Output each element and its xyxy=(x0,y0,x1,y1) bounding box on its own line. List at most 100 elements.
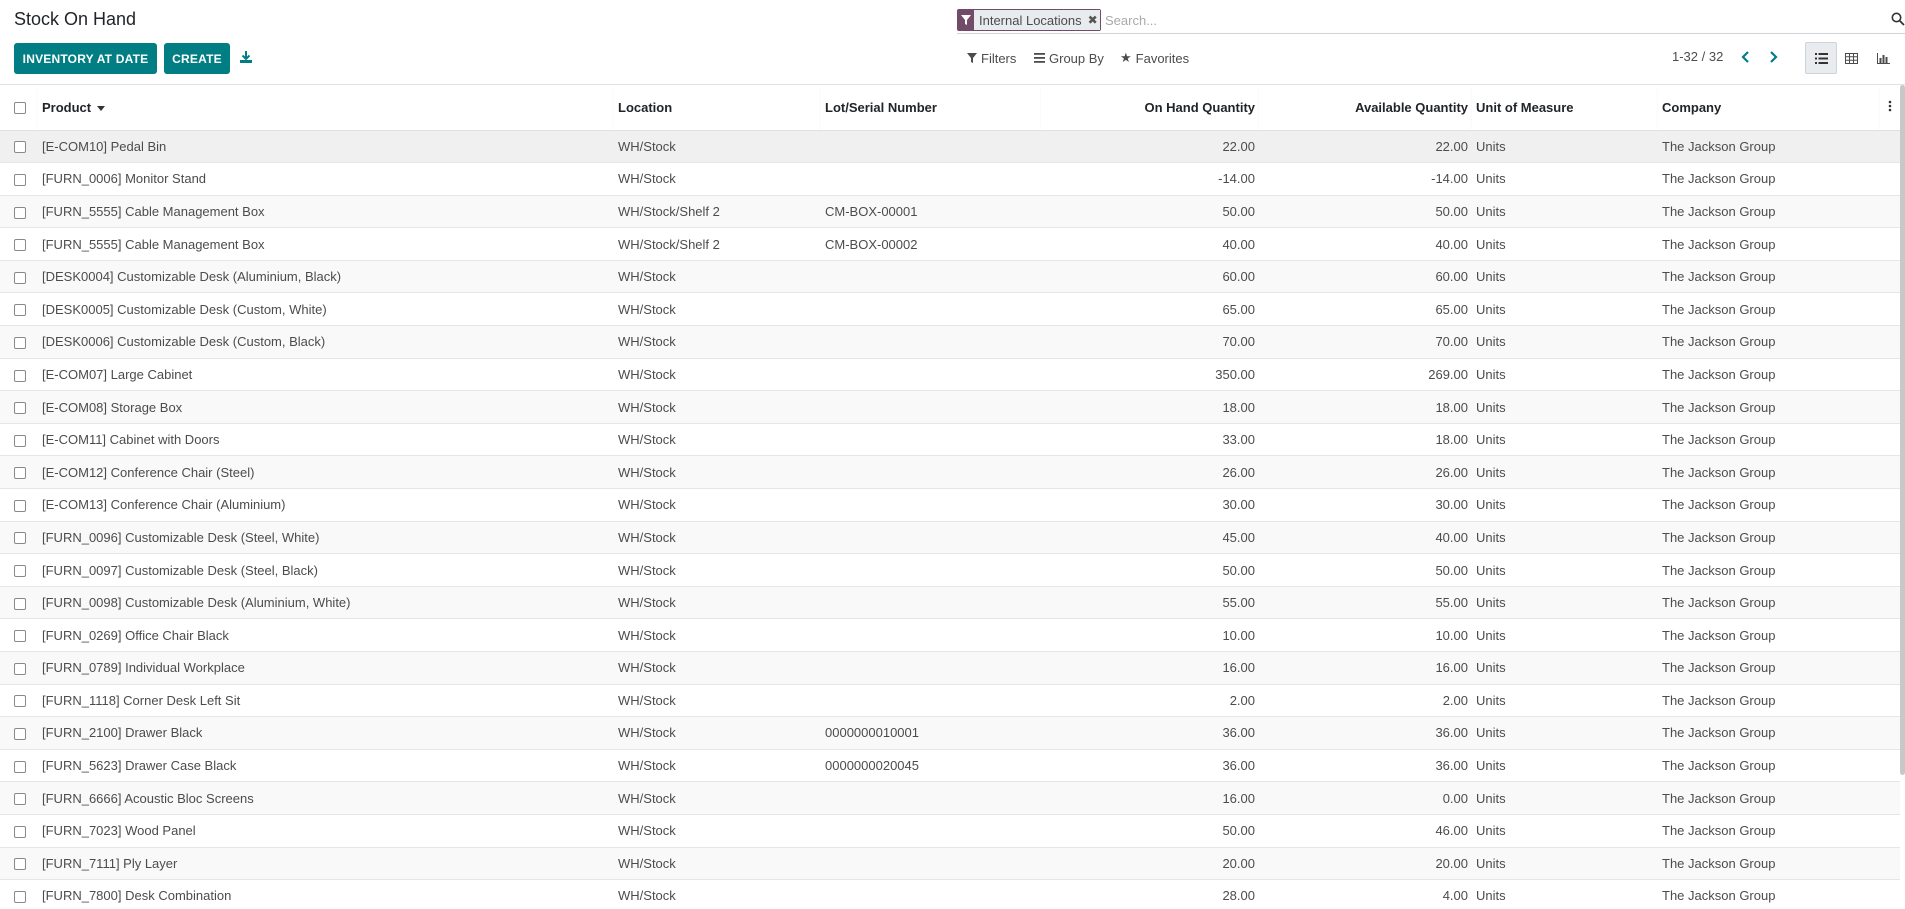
cell-lot xyxy=(821,423,1041,457)
cell-spacer xyxy=(1880,553,1900,587)
row-checkbox[interactable] xyxy=(14,630,26,643)
table-row[interactable]: [FURN_7800] Desk Combination WH/Stock 28.0… xyxy=(0,879,1900,909)
table-row[interactable]: [FURN_6666] Acoustic Bloc Screens WH/Stoc… xyxy=(0,781,1900,815)
row-checkbox[interactable] xyxy=(14,662,26,675)
column-header-uom[interactable]: Unit of Measure xyxy=(1472,85,1658,131)
chevron-left-icon[interactable] xyxy=(1739,49,1753,65)
table-row[interactable]: [FURN_5623] Drawer Case Black WH/Stock 000… xyxy=(0,749,1900,783)
column-options-icon[interactable] xyxy=(1880,85,1900,131)
row-checkbox[interactable] xyxy=(14,565,26,578)
cell-company: The Jackson Group xyxy=(1658,716,1880,750)
table-row[interactable]: [FURN_1118] Corner Desk Left Sit WH/Stock… xyxy=(0,684,1900,718)
table-body: [E-COM10] Pedal Bin WH/Stock 22.00 22.00 Uni… xyxy=(0,130,1900,909)
column-header-product[interactable]: Product xyxy=(38,85,614,131)
row-checkbox[interactable] xyxy=(14,695,26,708)
table-row[interactable]: [FURN_0096] Customizable Desk (Steel, Wh… xyxy=(0,521,1900,555)
create-button[interactable]: CREATE xyxy=(164,43,230,74)
table-row[interactable]: [FURN_0789] Individual Workplace WH/Stock… xyxy=(0,651,1900,685)
cell-lot xyxy=(821,684,1041,718)
table-row[interactable]: [FURN_0098] Customizable Desk (Aluminium… xyxy=(0,586,1900,620)
cell-on-hand: 55.00 xyxy=(1041,586,1259,620)
table-row[interactable]: [FURN_2100] Drawer Black WH/Stock 00000000… xyxy=(0,716,1900,750)
row-checkbox[interactable] xyxy=(14,206,26,219)
cell-location: WH/Stock xyxy=(614,455,821,490)
cell-available: 22.00 xyxy=(1259,130,1472,164)
cell-location: WH/Stock xyxy=(614,618,821,652)
row-checkbox-cell xyxy=(0,390,38,424)
column-header-location[interactable]: Location xyxy=(614,85,821,131)
table-row[interactable]: [E-COM12] Conference Chair (Steel) WH/Sto… xyxy=(0,455,1900,490)
table-row[interactable]: [E-COM13] Conference Chair (Aluminium) WH… xyxy=(0,488,1900,522)
row-checkbox[interactable] xyxy=(14,141,26,154)
table-row[interactable]: [DESK0006] Customizable Desk (Custom, Bl… xyxy=(0,325,1900,359)
search-icon[interactable] xyxy=(1891,12,1905,26)
facet-remove-icon[interactable]: ✖ xyxy=(1085,10,1100,30)
scrollbar[interactable] xyxy=(1900,85,1905,775)
select-all-checkbox[interactable] xyxy=(14,102,26,115)
row-checkbox[interactable] xyxy=(14,434,26,447)
cell-company: The Jackson Group xyxy=(1658,292,1880,327)
table-row[interactable]: [E-COM07] Large Cabinet WH/Stock 350.00 269… xyxy=(0,358,1900,392)
cell-lot xyxy=(821,455,1041,490)
download-icon[interactable] xyxy=(238,49,254,65)
table-row[interactable]: [DESK0005] Customizable Desk (Custom, Wh… xyxy=(0,292,1900,327)
table-row[interactable]: [FURN_0097] Customizable Desk (Steel, Bl… xyxy=(0,553,1900,587)
table-row[interactable]: [FURN_7023] Wood Panel WH/Stock 50.00 46.00… xyxy=(0,814,1900,848)
search-input[interactable] xyxy=(1103,10,1823,30)
filters-button[interactable]: Filters xyxy=(967,49,1016,67)
cell-on-hand: 40.00 xyxy=(1041,227,1259,261)
cell-product: [FURN_0789] Individual Workplace xyxy=(38,651,614,685)
row-checkbox[interactable] xyxy=(14,336,26,349)
cell-location: WH/Stock xyxy=(614,716,821,750)
table-row[interactable]: [E-COM08] Storage Box WH/Stock 18.00 18.00 U… xyxy=(0,390,1900,424)
cell-uom: Units xyxy=(1472,716,1658,750)
cell-spacer xyxy=(1880,749,1900,783)
row-checkbox[interactable] xyxy=(14,728,26,741)
row-checkbox[interactable] xyxy=(14,271,26,284)
row-checkbox[interactable] xyxy=(14,858,26,871)
column-header-lot[interactable]: Lot/Serial Number xyxy=(821,85,1041,131)
row-checkbox[interactable] xyxy=(14,304,26,317)
pager-value[interactable]: 1-32 / 32 xyxy=(1672,49,1723,64)
column-header-on-hand[interactable]: On Hand Quantity xyxy=(1041,85,1259,131)
table-row[interactable]: [DESK0004] Customizable Desk (Aluminium,… xyxy=(0,260,1900,294)
row-checkbox[interactable] xyxy=(14,532,26,545)
row-checkbox[interactable] xyxy=(14,369,26,382)
row-checkbox[interactable] xyxy=(14,825,26,838)
cell-company: The Jackson Group xyxy=(1658,586,1880,620)
column-header-available[interactable]: Available Quantity xyxy=(1259,85,1472,131)
group-by-button[interactable]: Group By xyxy=(1034,49,1104,67)
list-view-button[interactable] xyxy=(1805,42,1837,74)
cell-lot xyxy=(821,358,1041,392)
row-checkbox-cell xyxy=(0,227,38,261)
table-row[interactable]: [E-COM10] Pedal Bin WH/Stock 22.00 22.00 Uni… xyxy=(0,130,1900,164)
table-row[interactable]: [FURN_5555] Cable Management Box WH/Stock… xyxy=(0,195,1900,229)
cell-available: 40.00 xyxy=(1259,521,1472,555)
cell-lot: 0000000020045 xyxy=(821,749,1041,783)
table-row[interactable]: [FURN_0006] Monitor Stand WH/Stock -14.00-… xyxy=(0,162,1900,196)
cell-on-hand: 50.00 xyxy=(1041,553,1259,587)
row-checkbox[interactable] xyxy=(14,467,26,480)
row-checkbox[interactable] xyxy=(14,891,26,904)
cell-spacer xyxy=(1880,684,1900,718)
chevron-right-icon[interactable] xyxy=(1766,49,1780,65)
cell-company: The Jackson Group xyxy=(1658,227,1880,261)
cell-uom: Units xyxy=(1472,781,1658,815)
row-checkbox[interactable] xyxy=(14,793,26,806)
row-checkbox[interactable] xyxy=(14,499,26,512)
pivot-view-button[interactable] xyxy=(1835,42,1867,74)
cell-lot: CM-BOX-00001 xyxy=(821,195,1041,229)
graph-view-button[interactable] xyxy=(1867,42,1899,74)
table-row[interactable]: [FURN_0269] Office Chair Black WH/Stock 10… xyxy=(0,618,1900,652)
row-checkbox[interactable] xyxy=(14,239,26,252)
table-row[interactable]: [FURN_7111] Ply Layer WH/Stock 20.00 20.00 U… xyxy=(0,847,1900,881)
inventory-at-date-button[interactable]: INVENTORY AT DATE xyxy=(14,43,157,74)
row-checkbox[interactable] xyxy=(14,760,26,773)
column-header-company[interactable]: Company xyxy=(1658,85,1880,131)
table-row[interactable]: [E-COM11] Cabinet with Doors WH/Stock 33.0… xyxy=(0,423,1900,457)
row-checkbox[interactable] xyxy=(14,173,26,186)
table-row[interactable]: [FURN_5555] Cable Management Box WH/Stock… xyxy=(0,227,1900,261)
favorites-button[interactable]: ★ Favorites xyxy=(1120,49,1189,67)
row-checkbox[interactable] xyxy=(14,597,26,610)
row-checkbox[interactable] xyxy=(14,402,26,415)
